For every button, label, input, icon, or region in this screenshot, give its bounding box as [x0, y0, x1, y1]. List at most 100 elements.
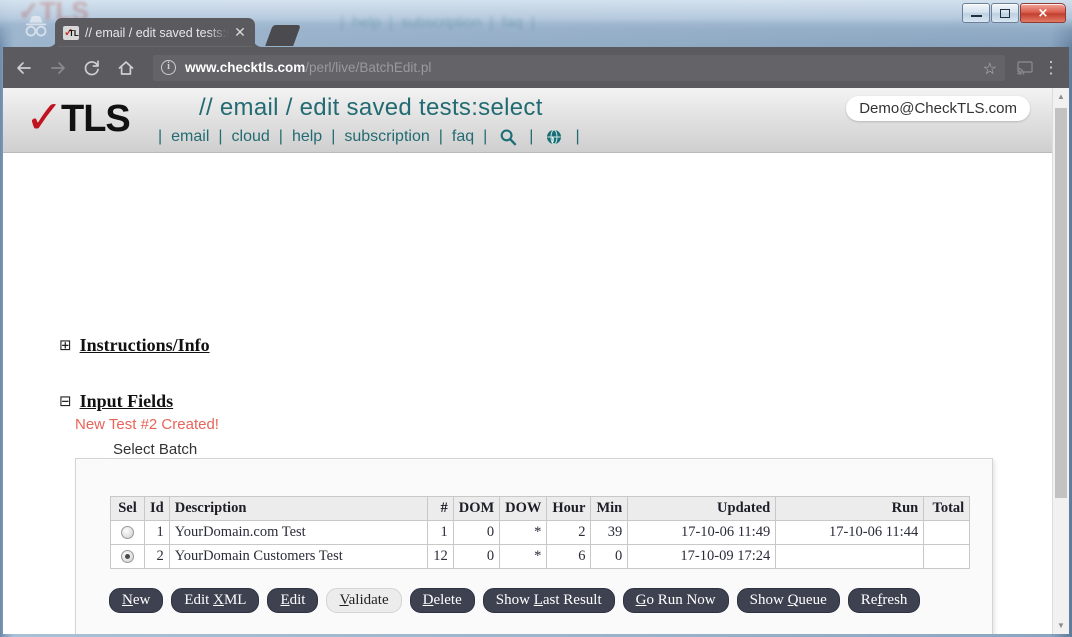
logo-check-icon: ✓ — [25, 90, 64, 144]
table-header-row: Sel Id Description # DOM DOW Hour Min Up… — [110, 496, 971, 521]
column-header-total: Total — [923, 496, 971, 521]
nav-separator: | — [218, 128, 223, 145]
nav-separator: | — [278, 128, 283, 145]
site-header: ✓ TLS // email / edit saved tests:select… — [3, 88, 1052, 153]
url-host: www.checktls.com — [185, 60, 306, 75]
column-header-description: Description — [168, 496, 428, 521]
cell-run — [775, 544, 925, 569]
browser-menu-icon[interactable]: ⋮ — [1037, 59, 1065, 76]
bookmark-star-icon[interactable]: ☆ — [983, 59, 997, 79]
section-toggle-input-fields[interactable]: ⊟ Input Fields — [59, 391, 173, 412]
column-header-count: # — [426, 496, 454, 521]
cell-total — [923, 544, 971, 569]
column-header-dow: DOW — [499, 496, 548, 521]
cell-description: YourDomain.com Test — [168, 520, 428, 545]
vertical-scrollbar[interactable]: ▲ ▼ — [1052, 88, 1069, 634]
nav-separator: | — [483, 128, 488, 145]
radio-button-row-2[interactable] — [121, 550, 134, 564]
checktls-logo[interactable]: ✓ TLS — [23, 94, 133, 146]
table-row[interactable]: 1 YourDomain.com Test 1 0 * 2 39 17-10-0… — [110, 520, 971, 545]
column-header-sel: Sel — [110, 496, 145, 521]
action-button-row: New Edit XML Edit Validate Delete Show L… — [109, 588, 921, 613]
show-last-result-button[interactable]: Show Last Result — [482, 588, 615, 613]
cell-updated: 17-10-06 11:49 — [627, 520, 777, 545]
delete-button[interactable]: Delete — [409, 588, 475, 613]
table-row[interactable]: 2 YourDomain Customers Test 12 0 * 6 0 1… — [110, 544, 971, 569]
row-select-cell[interactable] — [110, 520, 145, 545]
edit-xml-button[interactable]: Edit XML — [171, 588, 260, 613]
new-button[interactable]: New — [109, 588, 164, 613]
cell-run: 17-10-06 11:44 — [775, 520, 925, 545]
cell-count: 12 — [426, 544, 454, 569]
address-bar-url: www.checktls.com/perl/live/BatchEdit.pl — [185, 60, 431, 75]
site-nav: | email | cloud | help | subscription | … — [149, 128, 589, 146]
cell-dom: 0 — [452, 544, 501, 569]
validate-button[interactable]: Validate — [326, 588, 402, 613]
cell-dow: * — [499, 520, 548, 545]
nav-item-email[interactable]: email — [171, 128, 209, 146]
search-icon[interactable] — [499, 128, 517, 146]
globe-icon[interactable] — [545, 128, 563, 146]
section-label-instructions[interactable]: Instructions/Info — [80, 335, 210, 356]
cell-min: 0 — [590, 544, 629, 569]
go-run-now-button[interactable]: Go Run Now — [622, 588, 729, 613]
nav-separator: | — [158, 128, 163, 145]
column-header-updated: Updated — [627, 496, 777, 521]
expand-plus-icon[interactable]: ⊞ — [59, 338, 72, 353]
os-window: ✓TLS | help | subscription | faq | × ✓ T — [0, 0, 1072, 637]
cell-min: 39 — [590, 520, 629, 545]
page-viewport: ✓ TLS // email / edit saved tests:select… — [3, 88, 1069, 634]
column-header-run: Run — [775, 496, 925, 521]
section-toggle-instructions[interactable]: ⊞ Instructions/Info — [59, 335, 210, 356]
back-icon[interactable] — [11, 55, 37, 81]
cell-count: 1 — [426, 520, 454, 545]
nav-item-subscription[interactable]: subscription — [344, 128, 429, 146]
column-header-dom: DOM — [452, 496, 501, 521]
nav-separator: | — [529, 128, 534, 145]
show-queue-button[interactable]: Show Queue — [736, 588, 840, 613]
new-tab-button[interactable] — [265, 25, 301, 46]
forward-icon — [45, 55, 71, 81]
nav-item-faq[interactable]: faq — [452, 128, 474, 146]
cast-icon[interactable] — [1013, 60, 1037, 76]
home-icon[interactable] — [113, 55, 139, 81]
refresh-button[interactable]: Refresh — [847, 588, 921, 613]
browser-tab[interactable]: ✓ TLS // email / edit saved tests:select… — [55, 18, 255, 47]
browser-chrome: ✓ TLS // email / edit saved tests:select… — [3, 3, 1069, 634]
column-header-hour: Hour — [546, 496, 592, 521]
reload-icon[interactable] — [79, 55, 105, 81]
cell-hour: 2 — [546, 520, 592, 545]
collapse-minus-icon[interactable]: ⊟ — [59, 394, 72, 409]
web-page: ✓ TLS // email / edit saved tests:select… — [3, 88, 1052, 634]
nav-separator: | — [331, 128, 336, 145]
edit-button[interactable]: Edit — [267, 588, 319, 613]
tab-strip: ✓ TLS // email / edit saved tests:select… — [3, 3, 1069, 47]
cell-id: 2 — [144, 544, 170, 569]
logo-text: TLS — [61, 98, 131, 140]
radio-button-row-1[interactable] — [121, 526, 134, 540]
scroll-down-arrow-icon[interactable]: ▼ — [1053, 617, 1069, 634]
nav-separator: | — [438, 128, 443, 145]
user-account-badge[interactable]: Demo@CheckTLS.com — [846, 96, 1030, 121]
cell-hour: 6 — [546, 544, 592, 569]
select-batch-legend: Select Batch — [109, 441, 202, 458]
batch-table: Sel Id Description # DOM DOW Hour Min Up… — [110, 496, 971, 569]
column-header-id: Id — [144, 496, 170, 521]
cell-description: YourDomain Customers Test — [168, 544, 428, 569]
tab-favicon: ✓ TLS — [63, 25, 79, 40]
status-message: New Test #2 Created! — [75, 416, 219, 433]
tab-title: // email / edit saved tests:select — [85, 25, 229, 40]
tab-close-icon[interactable]: ✕ — [233, 24, 247, 41]
favicon-text: TLS — [69, 28, 79, 38]
scroll-up-arrow-icon[interactable]: ▲ — [1053, 88, 1069, 105]
url-path: /perl/live/BatchEdit.pl — [305, 60, 432, 75]
nav-separator: | — [575, 128, 580, 145]
section-label-input-fields[interactable]: Input Fields — [80, 391, 174, 412]
nav-item-help[interactable]: help — [292, 128, 322, 146]
cell-id: 1 — [144, 520, 170, 545]
site-info-icon[interactable]: i — [161, 60, 176, 75]
nav-item-cloud[interactable]: cloud — [232, 128, 270, 146]
scrollbar-thumb[interactable] — [1055, 108, 1067, 498]
row-select-cell[interactable] — [110, 544, 145, 569]
address-bar[interactable]: i www.checktls.com/perl/live/BatchEdit.p… — [153, 54, 1005, 81]
